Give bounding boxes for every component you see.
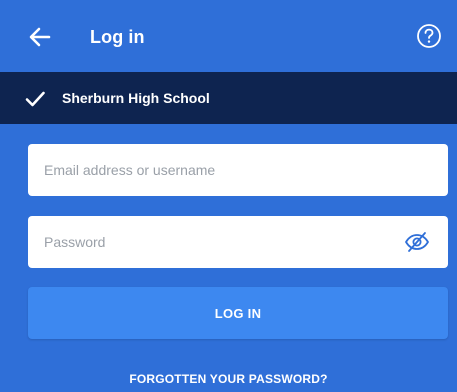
login-button[interactable]: LOG IN (28, 287, 448, 339)
show-password-toggle[interactable] (404, 230, 430, 254)
question-circle-icon (417, 24, 441, 48)
arrow-left-icon (29, 27, 51, 47)
password-field[interactable] (28, 216, 448, 268)
email-field[interactable] (28, 144, 448, 196)
check-icon (25, 91, 45, 107)
page-title: Log in (90, 27, 145, 47)
app-bar: Log in (0, 0, 457, 72)
selected-school-row[interactable]: Sherburn High School (0, 72, 457, 124)
school-name: Sherburn High School (62, 90, 210, 106)
help-button[interactable] (415, 22, 443, 50)
back-button[interactable] (26, 23, 54, 51)
password-input[interactable] (44, 216, 394, 268)
forgot-password-link[interactable]: FORGOTTEN YOUR PASSWORD? (0, 372, 457, 386)
email-input[interactable] (44, 144, 394, 196)
login-screen: Log in Sherburn High School LOG IN FO (0, 0, 457, 392)
eye-slash-icon (405, 232, 429, 252)
